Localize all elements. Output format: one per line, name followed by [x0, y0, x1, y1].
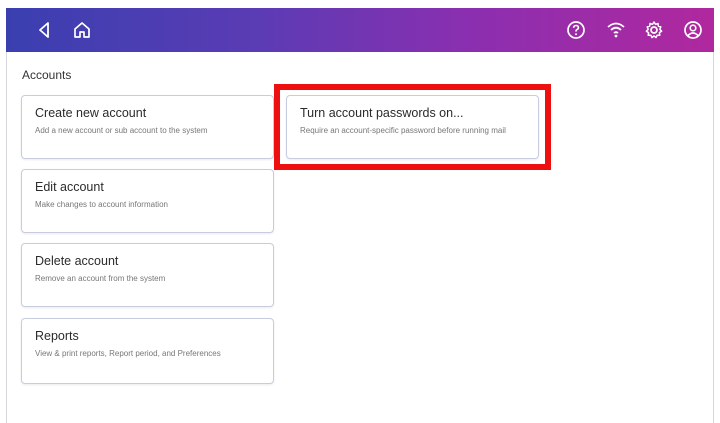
create-account-card[interactable]: Create new account Add a new account or …	[21, 95, 274, 159]
top-bar	[6, 8, 714, 52]
card-title: Reports	[35, 329, 79, 343]
edit-account-card[interactable]: Edit account Make changes to account inf…	[21, 169, 274, 233]
card-title: Edit account	[35, 180, 104, 194]
delete-account-card[interactable]: Delete account Remove an account from th…	[21, 243, 274, 307]
card-title: Delete account	[35, 254, 119, 268]
reports-card[interactable]: Reports View & print reports, Report per…	[21, 318, 274, 384]
user-icon[interactable]	[681, 18, 705, 42]
card-description: View & print reports, Report period, and…	[35, 349, 221, 358]
card-description: Remove an account from the system	[35, 274, 166, 283]
card-description: Make changes to account information	[35, 200, 168, 209]
page-title: Accounts	[22, 68, 72, 82]
card-title: Create new account	[35, 106, 147, 120]
wifi-icon[interactable]	[604, 18, 628, 42]
card-description: Add a new account or sub account to the …	[35, 126, 208, 135]
home-icon[interactable]	[70, 18, 94, 42]
gear-icon[interactable]	[642, 18, 666, 42]
help-icon[interactable]	[564, 18, 588, 42]
back-arrow-icon[interactable]	[33, 18, 57, 42]
highlight-box	[274, 84, 551, 170]
